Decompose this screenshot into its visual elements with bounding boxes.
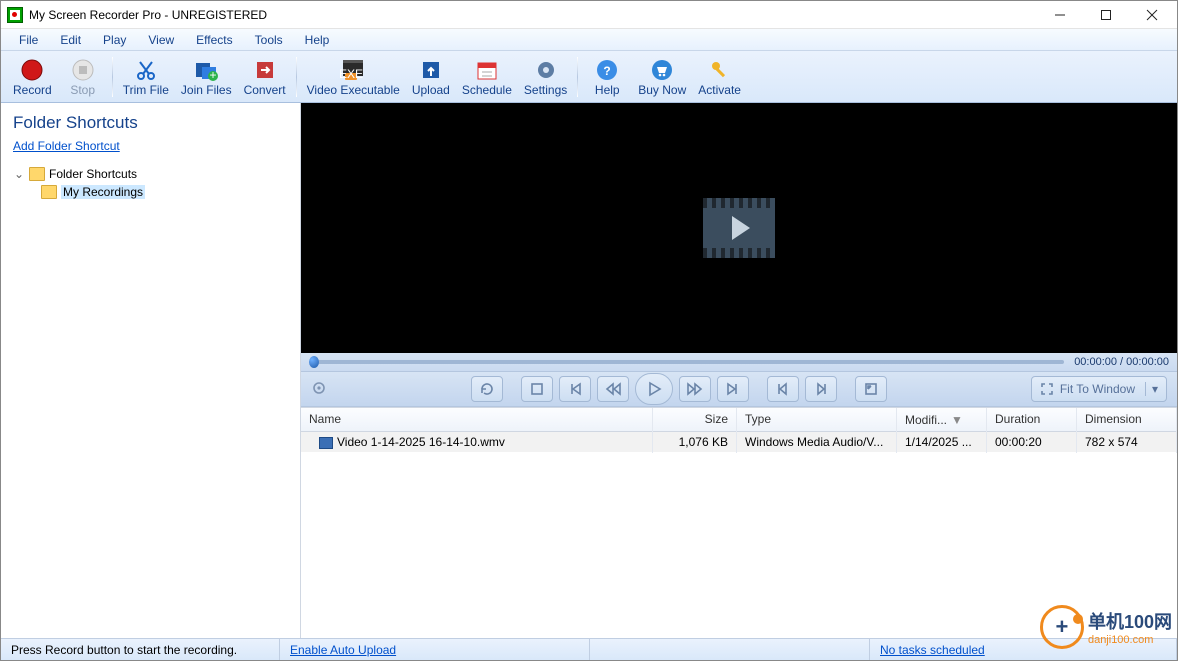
menu-play[interactable]: Play bbox=[93, 31, 136, 49]
menu-help[interactable]: Help bbox=[295, 31, 340, 49]
expand-icon bbox=[1040, 382, 1054, 396]
fit-to-window-button[interactable]: Fit To Window ▾ bbox=[1031, 376, 1167, 402]
folder-icon bbox=[41, 185, 57, 199]
upload-icon bbox=[419, 57, 443, 83]
exe-icon: EXE bbox=[340, 57, 366, 83]
menu-bar: File Edit Play View Effects Tools Help bbox=[1, 29, 1177, 51]
schedule-button[interactable]: Schedule bbox=[456, 53, 518, 101]
prev-button[interactable] bbox=[559, 376, 591, 402]
enable-auto-upload-link[interactable]: Enable Auto Upload bbox=[290, 643, 396, 657]
menu-file[interactable]: File bbox=[9, 31, 48, 49]
help-button[interactable]: ?Help bbox=[582, 53, 632, 101]
svg-text:?: ? bbox=[604, 64, 611, 78]
file-list: Name Size Type Modifi...▼ Duration Dimen… bbox=[301, 407, 1177, 638]
folder-tree: ⌄ Folder Shortcuts My Recordings bbox=[13, 165, 288, 201]
play-button[interactable] bbox=[635, 373, 673, 405]
file-list-header: Name Size Type Modifi...▼ Duration Dimen… bbox=[301, 408, 1177, 432]
app-icon bbox=[7, 7, 23, 23]
col-modified[interactable]: Modifi...▼ bbox=[897, 408, 987, 431]
col-name[interactable]: Name bbox=[301, 408, 653, 431]
close-button[interactable] bbox=[1129, 1, 1175, 28]
rewind-button[interactable] bbox=[597, 376, 629, 402]
menu-tools[interactable]: Tools bbox=[245, 31, 293, 49]
repeat-button[interactable] bbox=[471, 376, 503, 402]
join-button[interactable]: +Join Files bbox=[175, 53, 238, 101]
calendar-icon bbox=[475, 57, 499, 83]
status-hint: Press Record button to start the recordi… bbox=[1, 639, 280, 660]
step-fwd-button[interactable] bbox=[805, 376, 837, 402]
convert-button[interactable]: Convert bbox=[238, 53, 292, 101]
col-size[interactable]: Size bbox=[653, 408, 737, 431]
seek-bar[interactable]: 00:00:00 / 00:00:00 bbox=[301, 353, 1177, 371]
stop-playback-button[interactable] bbox=[521, 376, 553, 402]
trim-button[interactable]: Trim File bbox=[117, 53, 175, 101]
convert-icon bbox=[253, 57, 277, 83]
add-folder-shortcut-link[interactable]: Add Folder Shortcut bbox=[13, 139, 120, 153]
next-button[interactable] bbox=[717, 376, 749, 402]
col-type[interactable]: Type bbox=[737, 408, 897, 431]
menu-view[interactable]: View bbox=[138, 31, 184, 49]
chevron-down-icon[interactable]: ▾ bbox=[1145, 382, 1158, 396]
record-icon bbox=[20, 57, 44, 83]
svg-text:EXE: EXE bbox=[340, 67, 363, 81]
minimize-button[interactable] bbox=[1037, 1, 1083, 28]
file-row[interactable]: Video 1-14-2025 16-14-10.wmv 1,076 KB Wi… bbox=[301, 432, 1177, 452]
gear-icon bbox=[534, 57, 558, 83]
chevron-down-icon[interactable]: ⌄ bbox=[13, 167, 25, 181]
menu-edit[interactable]: Edit bbox=[50, 31, 91, 49]
folder-icon bbox=[29, 167, 45, 181]
key-icon bbox=[708, 57, 732, 83]
sort-desc-icon: ▼ bbox=[951, 413, 963, 427]
player-settings-icon[interactable] bbox=[311, 380, 327, 399]
playback-controls: Fit To Window ▾ bbox=[301, 371, 1177, 407]
video-preview[interactable] bbox=[301, 103, 1177, 353]
sidebar-title: Folder Shortcuts bbox=[13, 113, 288, 133]
col-duration[interactable]: Duration bbox=[987, 408, 1077, 431]
status-bar: Press Record button to start the recordi… bbox=[1, 638, 1177, 660]
video-placeholder-icon bbox=[703, 198, 775, 258]
tree-root[interactable]: ⌄ Folder Shortcuts bbox=[13, 165, 288, 183]
maximize-button[interactable] bbox=[1083, 1, 1129, 28]
step-back-button[interactable] bbox=[767, 376, 799, 402]
toolbar: Record Stop Trim File +Join Files Conver… bbox=[1, 51, 1177, 103]
no-tasks-link[interactable]: No tasks scheduled bbox=[880, 643, 985, 657]
scissors-icon bbox=[134, 57, 158, 83]
video-exe-button[interactable]: EXEVideo Executable bbox=[301, 53, 406, 101]
settings-button[interactable]: Settings bbox=[518, 53, 573, 101]
sidebar: Folder Shortcuts Add Folder Shortcut ⌄ F… bbox=[1, 103, 301, 638]
title-bar: My Screen Recorder Pro - UNREGISTERED bbox=[1, 1, 1177, 29]
time-display: 00:00:00 / 00:00:00 bbox=[1074, 356, 1169, 368]
tree-my-recordings[interactable]: My Recordings bbox=[41, 183, 288, 201]
col-dimension[interactable]: Dimension bbox=[1077, 408, 1177, 431]
svg-text:+: + bbox=[210, 68, 217, 82]
window-title: My Screen Recorder Pro - UNREGISTERED bbox=[29, 8, 267, 22]
forward-button[interactable] bbox=[679, 376, 711, 402]
cart-icon bbox=[650, 57, 674, 83]
help-icon: ? bbox=[595, 57, 619, 83]
join-files-icon: + bbox=[194, 57, 218, 83]
stop-icon bbox=[71, 57, 95, 83]
video-file-icon bbox=[319, 437, 333, 449]
upload-button[interactable]: Upload bbox=[406, 53, 456, 101]
activate-button[interactable]: Activate bbox=[692, 53, 747, 101]
stop-button[interactable]: Stop bbox=[58, 53, 108, 101]
buy-button[interactable]: Buy Now bbox=[632, 53, 692, 101]
menu-effects[interactable]: Effects bbox=[186, 31, 242, 49]
seek-knob[interactable] bbox=[309, 356, 319, 368]
fullscreen-button[interactable] bbox=[855, 376, 887, 402]
record-button[interactable]: Record bbox=[7, 53, 58, 101]
